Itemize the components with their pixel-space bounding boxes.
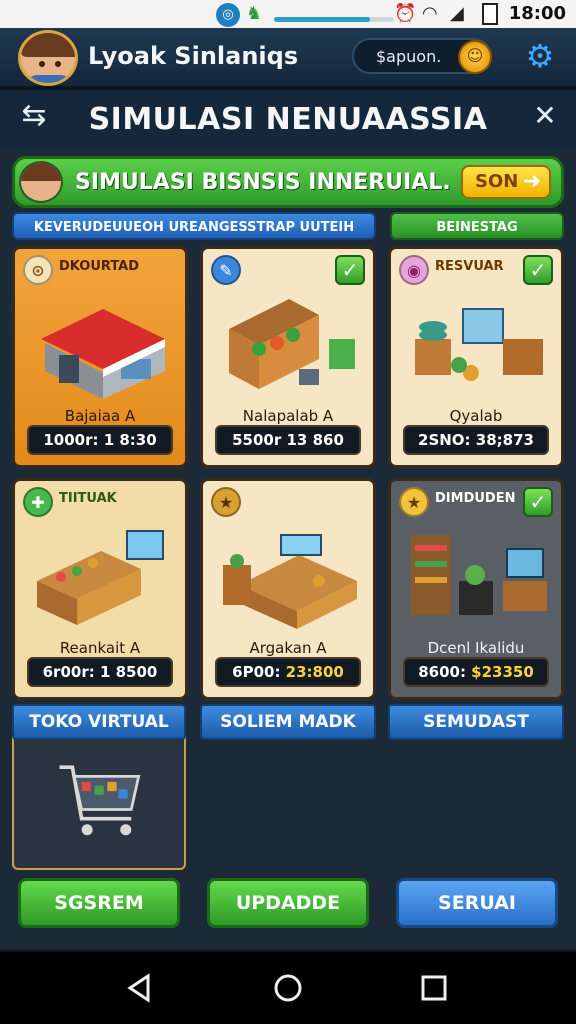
- card-price: 2SNO: 38;873: [403, 425, 549, 455]
- store-shelves-illustration: [37, 530, 164, 625]
- card-price: 6P00: 23:800: [215, 657, 361, 687]
- card-name: Reankait A: [59, 639, 141, 657]
- close-icon[interactable]: ✕: [528, 102, 562, 132]
- simulation-banner: SIMULASI BISNSIS INNERUIAL. SON ➜: [12, 156, 564, 208]
- checkmark-icon: ✓: [523, 487, 553, 517]
- arrow-right-icon: ➜: [522, 169, 541, 194]
- currency-amount: $apuon.: [376, 47, 442, 66]
- player-name: Lyoak Sinlaniqs: [88, 42, 299, 70]
- card-label: DKOURTAD: [59, 259, 140, 274]
- clock-time: 18:00: [508, 3, 566, 24]
- card-name: Argakan A: [249, 639, 327, 657]
- status-bar: ◎ ♞ ⏰ ◠ ◢ 18:00: [0, 0, 576, 28]
- battery-icon: [482, 3, 498, 25]
- business-card-4[interactable]: ✚ TIITUAK Reankait A 6r00r: 1 8500: [12, 478, 188, 700]
- category-third[interactable]: SEMUDAST: [388, 704, 564, 740]
- market-stall-illustration: [229, 299, 355, 389]
- tab-business-status[interactable]: BEINESTAG: [390, 212, 564, 240]
- download-progress-bar: [274, 17, 394, 22]
- currency-display[interactable]: $apuon. ☺: [352, 38, 492, 74]
- business-card-2[interactable]: ✎ ✓ Nalapalab A 5500r 13 860: [200, 246, 376, 468]
- main-panel: SIMULASI BISNSIS INNERUIAL. SON ➜ KEVERU…: [0, 150, 576, 950]
- checkmark-icon: ✓: [335, 255, 365, 285]
- card-price: 8600: $23350: [403, 657, 549, 687]
- badge-icon: ✚: [23, 487, 53, 517]
- card-label: RESVUAR: [435, 259, 504, 274]
- badge-icon: ⊙: [23, 255, 53, 285]
- signal-icon: ◢: [450, 3, 464, 24]
- page-title: SIMULASI NENUAASSIA: [88, 102, 488, 137]
- checkmark-icon: ✓: [523, 255, 553, 285]
- card-name: Nalapalab A: [242, 407, 334, 425]
- badge-icon: ★: [399, 487, 429, 517]
- nav-recents-icon[interactable]: [414, 970, 454, 1006]
- card-name: Qyalab: [449, 407, 503, 425]
- card-price: 6r00r: 1 8500: [27, 657, 173, 687]
- app-header: Lyoak Sinlaniqs $apuon. ☺ ⚙: [0, 28, 576, 88]
- settings-gear-icon[interactable]: ⚙: [522, 38, 558, 74]
- banner-avatar: [19, 161, 63, 203]
- action-button-1[interactable]: SGSREM: [18, 878, 180, 928]
- game-notification-icon: ♞: [246, 3, 263, 24]
- banner-go-label: SON: [475, 171, 519, 192]
- card-price: 5500r 13 860: [215, 425, 361, 455]
- category-toko-virtual[interactable]: TOKO VIRTUAL: [12, 704, 186, 740]
- tab-business-categories[interactable]: KEVERUDEUUEOH UREANGESSTRAP UUTEIH: [12, 212, 376, 240]
- category-second[interactable]: SOLIEM MADK: [200, 704, 376, 740]
- supermarket-interior-illustration: [411, 535, 547, 615]
- action-button-3[interactable]: SERUAI: [396, 878, 558, 928]
- app-notification-icon: ◎: [216, 3, 240, 27]
- title-bar: ⇆ SIMULASI NENUAASSIA ✕: [0, 90, 576, 150]
- banner-title: SIMULASI BISNSIS INNERUIAL.: [75, 170, 451, 195]
- nav-home-icon[interactable]: [268, 970, 308, 1006]
- system-navigation-bar: [0, 952, 576, 1024]
- business-card-3[interactable]: ◉ RESVUAR ✓ Qyalab 2SNO: 38;873: [388, 246, 564, 468]
- card-label: DIMDUDEN: [435, 491, 516, 506]
- business-card-6[interactable]: ★ DIMDUDEN ✓ Dcenl Ikalidu 8600: $23350: [388, 478, 564, 700]
- badge-icon: ✎: [211, 255, 241, 285]
- wifi-icon: ◠: [422, 3, 438, 24]
- player-avatar[interactable]: [18, 30, 78, 86]
- download-progress-fill: [274, 17, 370, 22]
- produce-counter-illustration: [223, 534, 357, 629]
- alarm-icon: ⏰: [394, 3, 417, 24]
- card-name: Bajaiaa A: [64, 407, 136, 425]
- card-price: 1000r: 1 8:30: [27, 425, 173, 455]
- card-name: Dcenl Ikalidu: [427, 639, 525, 657]
- upgrade-button[interactable]: UPDADDE: [207, 878, 369, 928]
- badge-icon: ◉: [399, 255, 429, 285]
- banner-go-button[interactable]: SON ➜: [461, 165, 551, 199]
- business-card-5[interactable]: ★ Argakan A 6P00: 23:800: [200, 478, 376, 700]
- badge-icon: ★: [211, 487, 241, 517]
- card-label: TIITUAK: [59, 491, 117, 506]
- business-card-1[interactable]: ⊙ DKOURTAD Bajaiaa A 1000r: 1 8:30: [12, 246, 188, 468]
- coin-icon: ☺: [458, 40, 492, 74]
- nav-back-icon[interactable]: [120, 970, 160, 1006]
- shop-equipment-illustration: [415, 308, 543, 381]
- storefront-illustration: [41, 309, 165, 399]
- shopping-cart-icon: [59, 765, 141, 836]
